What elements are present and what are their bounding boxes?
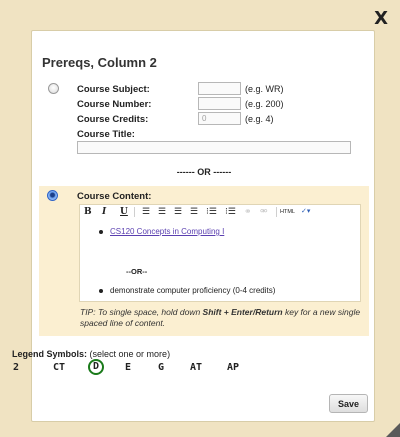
legend-label: Legend Symbols: (12, 349, 88, 359)
course-number-input[interactable] (198, 97, 241, 110)
editor-toolbar: B I U ☰ ☰ ☰ ☰ ⁝☰ ⁝☰ ⚭ ⚮ HTML ✓▾ (80, 205, 360, 219)
course-fields-radio[interactable] (48, 83, 59, 94)
list-item: demonstrate computer proficiency (0-4 cr… (99, 286, 275, 295)
close-icon[interactable]: X (374, 10, 388, 28)
course-content-panel: Course Content: B I U ☰ ☰ ☰ ☰ ⁝☰ ⁝☰ ⚭ ⚮ … (39, 186, 369, 336)
legend-symbol-g[interactable]: G (158, 362, 164, 373)
course-subject-label: Course Subject: (77, 84, 150, 95)
course-title-label: Course Title: (77, 129, 135, 140)
numbered-list-icon[interactable]: ⁝☰ (225, 206, 236, 218)
course-number-label: Course Number: (77, 99, 152, 110)
course-credits-hint: (e.g. 4) (245, 114, 274, 124)
legend-symbol-e[interactable]: E (125, 362, 131, 373)
link-icon[interactable]: ⚭ (244, 206, 252, 218)
toolbar-divider (134, 207, 135, 217)
legend-symbol-ct[interactable]: CT (53, 362, 65, 373)
course-credits-input[interactable] (198, 112, 241, 125)
spellcheck-icon[interactable]: ✓▾ (301, 206, 310, 218)
bullet-list-icon[interactable]: ⁝☰ (206, 206, 217, 218)
underline-button[interactable]: U (120, 206, 128, 218)
unlink-icon[interactable]: ⚮ (260, 206, 268, 218)
html-button[interactable]: HTML (280, 206, 295, 218)
dialog-title: Prereqs, Column 2 (42, 55, 157, 70)
course-link[interactable]: CS120 Concepts in Computing I (110, 227, 224, 236)
course-content-radio[interactable] (47, 190, 58, 201)
bullet-dot (99, 288, 103, 293)
italic-button[interactable]: I (102, 206, 106, 218)
list-item-text: demonstrate computer proficiency (0-4 cr… (110, 286, 276, 295)
course-title-input[interactable] (77, 141, 351, 154)
tip-text: TIP: To single space, hold down Shift + … (80, 307, 361, 328)
legend-symbol-ap[interactable]: AP (227, 362, 239, 373)
course-number-hint: (e.g. 200) (245, 99, 284, 109)
legend-hint: (select one or more) (89, 349, 171, 359)
align-right-icon[interactable]: ☰ (174, 206, 182, 218)
align-justify-icon[interactable]: ☰ (190, 206, 198, 218)
legend-label-row: Legend Symbols: (select one or more) (12, 349, 170, 359)
legend-symbol-d[interactable]: D (88, 359, 104, 375)
course-credits-label: Course Credits: (77, 114, 149, 125)
legend-symbol-at[interactable]: AT (190, 362, 202, 373)
save-button[interactable]: Save (329, 394, 368, 413)
bold-button[interactable]: B (84, 206, 92, 218)
prereqs-dialog: Prereqs, Column 2 Course Subject: (e.g. … (12, 30, 375, 422)
or-text: --OR-- (126, 267, 148, 276)
resize-grip-icon[interactable] (386, 423, 400, 437)
rich-text-editor[interactable]: B I U ☰ ☰ ☰ ☰ ⁝☰ ⁝☰ ⚭ ⚮ HTML ✓▾ CS120 Co… (79, 204, 361, 302)
course-content-label: Course Content: (77, 191, 152, 202)
or-separator: ------ OR ------ (176, 167, 232, 177)
align-left-icon[interactable]: ☰ (142, 206, 150, 218)
bullet-dot (99, 229, 103, 234)
toolbar-divider (276, 207, 277, 217)
course-subject-input[interactable] (198, 82, 241, 95)
align-center-icon[interactable]: ☰ (158, 206, 166, 218)
legend-symbol-2[interactable]: 2 (13, 362, 19, 373)
course-subject-hint: (e.g. WR) (245, 84, 284, 94)
list-item: CS120 Concepts in Computing I (99, 227, 224, 236)
